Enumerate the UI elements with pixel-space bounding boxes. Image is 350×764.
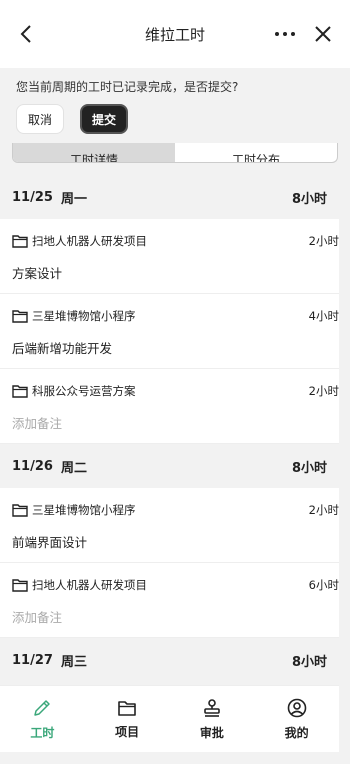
folder-icon bbox=[12, 235, 28, 248]
nav-hours[interactable]: 工时 bbox=[0, 686, 85, 752]
view-tabs: 工时详情 工时分布 bbox=[12, 143, 338, 163]
submit-confirm-message: 您当前周期的工时已记录完成，是否提交? bbox=[16, 80, 239, 94]
entry-hours: 2小时 bbox=[308, 234, 339, 248]
entry-hours: 6小时 bbox=[308, 578, 339, 592]
entry-hours: 2小时 bbox=[308, 384, 339, 398]
time-entry[interactable]: 扫地人机器人研发项目 6小时 添加备注 bbox=[0, 563, 339, 638]
folder-icon bbox=[12, 385, 28, 398]
tab-label: 工时分布 bbox=[231, 153, 280, 163]
day-header: 11/27 周三 8小时 bbox=[0, 638, 339, 682]
stamp-icon bbox=[204, 698, 220, 717]
day-total-hours: 8小时 bbox=[291, 460, 327, 476]
bottom-nav: 工时 项目 审批 我的 bbox=[0, 685, 339, 752]
folder-icon bbox=[118, 700, 136, 716]
day-weekday: 周二 bbox=[60, 460, 87, 476]
more-button[interactable] bbox=[272, 22, 298, 46]
user-circle-icon bbox=[287, 698, 306, 717]
folder-icon bbox=[12, 579, 28, 592]
entry-hours: 2小时 bbox=[308, 503, 339, 517]
submit-confirm-banner: 您当前周期的工时已记录完成，是否提交? 取消 提交 bbox=[0, 68, 350, 147]
nav-label: 我的 bbox=[284, 725, 309, 740]
title-bar: 维拉工时 bbox=[0, 0, 350, 68]
add-note-placeholder[interactable]: 添加备注 bbox=[12, 607, 62, 626]
entry-project: 科服公众号运营方案 bbox=[32, 384, 136, 398]
folder-icon bbox=[12, 310, 28, 323]
time-entry[interactable]: 科服公众号运营方案 2小时 添加备注 bbox=[0, 369, 339, 444]
chevron-left-icon bbox=[20, 25, 31, 43]
bottom-safe-area bbox=[0, 752, 350, 764]
submit-button[interactable]: 提交 bbox=[80, 104, 128, 134]
tab-hours-distribution[interactable]: 工时分布 bbox=[175, 143, 337, 163]
close-button[interactable] bbox=[311, 22, 335, 46]
entry-project: 扫地人机器人研发项目 bbox=[32, 234, 147, 248]
nav-projects[interactable]: 项目 bbox=[85, 686, 170, 752]
nav-profile[interactable]: 我的 bbox=[254, 686, 339, 752]
entry-note: 后端新增功能开发 bbox=[12, 341, 113, 356]
entry-project: 三星堆博物馆小程序 bbox=[32, 503, 136, 517]
entry-note: 前端界面设计 bbox=[12, 535, 88, 550]
entry-hours: 4小时 bbox=[308, 309, 339, 323]
nav-label: 审批 bbox=[199, 725, 224, 740]
day-date: 11/25 bbox=[12, 189, 53, 205]
more-dots-icon bbox=[275, 32, 295, 36]
close-icon bbox=[315, 26, 331, 42]
back-button[interactable] bbox=[14, 22, 38, 46]
tab-hours-detail[interactable]: 工时详情 bbox=[13, 143, 175, 163]
time-entry[interactable]: 三星堆博物馆小程序 2小时 前端界面设计 bbox=[0, 488, 339, 563]
day-weekday: 周一 bbox=[60, 191, 87, 207]
nav-label: 项目 bbox=[115, 724, 140, 739]
entry-project: 三星堆博物馆小程序 bbox=[32, 309, 136, 323]
day-total-hours: 8小时 bbox=[291, 654, 327, 670]
add-note-placeholder[interactable]: 添加备注 bbox=[12, 413, 62, 432]
day-weekday: 周三 bbox=[60, 654, 87, 670]
folder-icon bbox=[12, 504, 28, 517]
scrollbar-track[interactable] bbox=[339, 175, 350, 685]
day-date: 11/27 bbox=[12, 652, 53, 668]
entry-note: 方案设计 bbox=[12, 266, 63, 281]
tab-label: 工时详情 bbox=[69, 153, 118, 163]
timesheet-list: 11/25 周一 8小时 扫地人机器人研发项目 2小时 方案设计 三星堆博物馆小… bbox=[0, 175, 350, 682]
time-entry[interactable]: 三星堆博物馆小程序 4小时 后端新增功能开发 bbox=[0, 294, 339, 369]
entry-project: 扫地人机器人研发项目 bbox=[32, 578, 147, 592]
pencil-icon bbox=[34, 699, 51, 716]
day-date: 11/26 bbox=[12, 458, 53, 474]
page-title: 维拉工时 bbox=[144, 25, 205, 44]
nav-label: 工时 bbox=[30, 725, 55, 740]
day-header: 11/26 周二 8小时 bbox=[0, 444, 339, 488]
cancel-button[interactable]: 取消 bbox=[16, 104, 64, 134]
time-entry[interactable]: 扫地人机器人研发项目 2小时 方案设计 bbox=[0, 219, 339, 294]
nav-approval[interactable]: 审批 bbox=[170, 686, 255, 752]
day-total-hours: 8小时 bbox=[291, 191, 327, 207]
day-header: 11/25 周一 8小时 bbox=[0, 175, 339, 219]
